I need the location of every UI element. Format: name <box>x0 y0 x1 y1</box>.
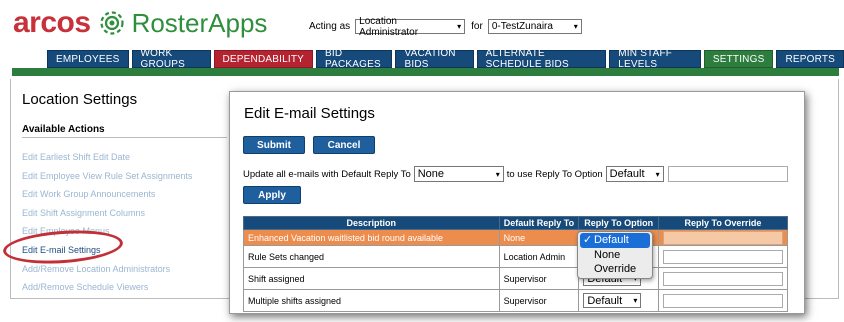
table-row[interactable]: Shift assigned Supervisor Default ▾ <box>243 267 789 290</box>
chevron-down-icon: ▾ <box>633 296 638 305</box>
row-description: Multiple shifts assigned <box>243 289 500 312</box>
divider <box>22 137 227 138</box>
row-reply-option-cell: Default ▾ <box>578 289 659 312</box>
tab-employees[interactable]: EMPLOYEES <box>47 50 129 68</box>
action-edit-earliest-shift-edit-date[interactable]: Edit Earliest Shift Edit Date <box>22 148 192 167</box>
table-header: Description Default Reply To Reply To Op… <box>243 216 789 230</box>
product-name: RosterApps <box>131 8 268 38</box>
row-default-reply-to: Location Admin <box>498 245 580 268</box>
reply-to-override-input[interactable] <box>662 230 783 245</box>
column-header: Default Reply To <box>498 216 580 230</box>
dropdown-option-override[interactable]: Override <box>578 262 652 277</box>
tab-vacation-bids[interactable]: VACATION BIDS <box>395 48 474 70</box>
reply-to-option-select[interactable]: Default ▾ <box>605 166 664 182</box>
chevron-down-icon: ▾ <box>495 169 500 179</box>
submit-button[interactable]: Submit <box>243 136 305 154</box>
row-description: Rule Sets changed <box>243 245 500 268</box>
row-override-cell <box>657 289 789 312</box>
tab-min-staff-levels[interactable]: MIN STAFF LEVELS <box>609 48 701 70</box>
brand-name: arcos <box>13 6 91 39</box>
role-select[interactable]: Location Administrator ▾ <box>355 16 466 38</box>
bulk-update-row: Update all e-mails with Default Reply To… <box>243 166 788 182</box>
row-override-cell <box>657 229 789 246</box>
table-row[interactable]: Enhanced Vacation waitlisted bid round a… <box>243 229 789 246</box>
table-row[interactable]: Multiple shifts assigned Supervisor Defa… <box>243 289 789 312</box>
reply-to-option-select[interactable]: Default ▾ <box>583 293 642 308</box>
reply-to-option-value: Default <box>609 168 645 180</box>
tab-settings[interactable]: SETTINGS <box>703 50 774 68</box>
update-middle-label: to use Reply To Option <box>506 168 603 180</box>
email-settings-table: Description Default Reply To Reply To Op… <box>243 216 789 312</box>
default-reply-to-select[interactable]: None ▾ <box>413 166 504 182</box>
row-default-reply-to: Supervisor <box>498 289 580 312</box>
action-add-remove-schedule-viewers[interactable]: Add/Remove Schedule Viewers <box>22 278 192 297</box>
tab-reports[interactable]: REPORTS <box>776 50 844 68</box>
logo: arcos RosterApps <box>13 6 268 39</box>
row-description: Enhanced Vacation waitlisted bid round a… <box>243 229 500 246</box>
chevron-down-icon: ▾ <box>457 22 462 31</box>
nav-underline <box>12 68 839 76</box>
row-description: Shift assigned <box>243 267 500 290</box>
column-header: Reply To Override <box>657 216 789 230</box>
reply-to-override-input[interactable] <box>662 293 783 308</box>
apply-button[interactable]: Apply <box>243 186 301 204</box>
action-edit-shift-assignment-columns[interactable]: Edit Shift Assignment Columns <box>22 204 192 223</box>
app-header: arcos RosterApps Acting as Location Admi… <box>0 0 844 78</box>
row-override-cell <box>657 267 789 290</box>
acting-as-bar: Acting as Location Administrator ▾ for 0… <box>309 16 582 38</box>
reply-to-override-input[interactable] <box>662 249 783 264</box>
row-default-reply-to: Supervisor <box>498 267 580 290</box>
chevron-down-icon: ▾ <box>655 169 660 179</box>
cancel-button[interactable]: Cancel <box>313 136 375 154</box>
action-list: Edit Earliest Shift Edit Date Edit Emplo… <box>22 148 192 297</box>
reply-to-override-input[interactable] <box>667 166 788 182</box>
reply-to-option-dropdown: ✓ Default None Override <box>577 231 653 279</box>
checkmark-icon: ✓ <box>583 234 593 246</box>
tab-work-groups[interactable]: WORK GROUPS <box>131 48 211 70</box>
dropdown-option-none[interactable]: None <box>578 248 652 263</box>
role-select-value: Location Administrator <box>359 15 419 38</box>
acting-as-label: Acting as <box>309 21 351 32</box>
action-edit-employee-view-rule-set-assignments[interactable]: Edit Employee View Rule Set Assignments <box>22 167 192 186</box>
page-title: Location Settings <box>22 91 138 108</box>
reply-to-option-value: Default <box>587 294 623 307</box>
column-header: Reply To Option <box>578 216 659 230</box>
action-edit-work-group-announcements[interactable]: Edit Work Group Announcements <box>22 185 192 204</box>
dropdown-option-label: Default <box>594 234 629 246</box>
dialog-title: Edit E-mail Settings <box>244 105 375 122</box>
table-row[interactable]: Rule Sets changed Location Admin <box>243 245 789 268</box>
dropdown-option-default[interactable]: ✓ Default <box>580 233 650 248</box>
tab-bid-packages[interactable]: BID PACKAGES <box>316 48 393 70</box>
update-prefix-label: Update all e-mails with Default Reply To <box>243 168 411 180</box>
location-select[interactable]: 0-TestZunaira ▾ <box>487 19 582 34</box>
main-nav: EMPLOYEES WORK GROUPS DEPENDABILITY BID … <box>47 48 844 70</box>
chevron-down-icon: ▾ <box>573 22 578 31</box>
location-select-value: 0-TestZunaira <box>491 21 553 32</box>
dropdown-option-label: None <box>594 248 621 261</box>
row-override-cell <box>657 245 789 268</box>
default-reply-to-value: None <box>417 168 445 180</box>
column-header: Description <box>243 216 500 230</box>
edit-email-settings-dialog: Edit E-mail Settings Submit Cancel Updat… <box>229 91 805 314</box>
tab-alternate-schedule-bids[interactable]: ALTERNATE SCHEDULE BIDS <box>476 48 607 70</box>
row-default-reply-to: None <box>498 229 580 246</box>
available-actions-heading: Available Actions <box>22 124 105 135</box>
tab-dependability[interactable]: DEPENDABILITY <box>213 50 314 68</box>
for-label: for <box>471 21 483 32</box>
reply-to-override-input[interactable] <box>662 271 783 286</box>
dropdown-option-label: Override <box>594 263 637 275</box>
gear-logo-icon <box>99 11 124 35</box>
